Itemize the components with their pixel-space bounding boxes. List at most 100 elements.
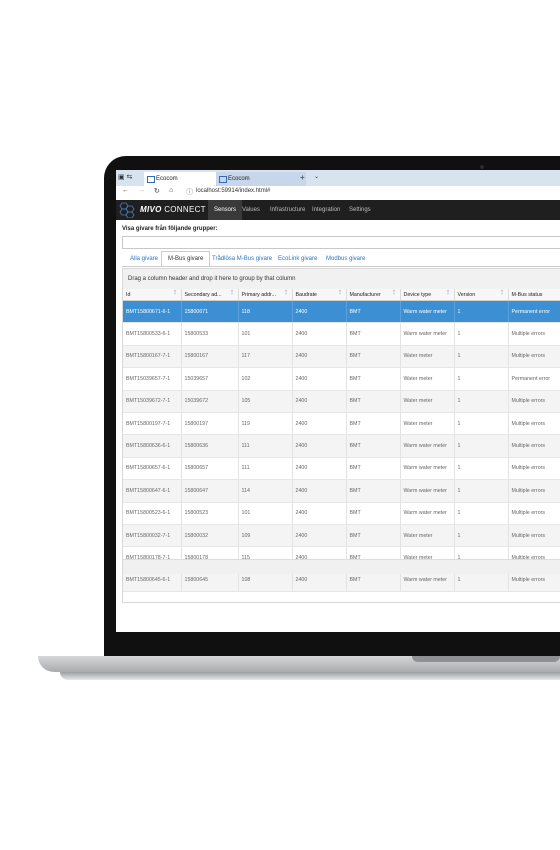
table-cell: 2400 <box>292 300 347 324</box>
table-cell: Multiple errors <box>508 412 560 436</box>
table-cell: 2400 <box>292 367 347 391</box>
column-header-label: Id <box>126 291 131 298</box>
screen: ▣ ⇆ Ecocom ✕ Ecocom + ⌄ ← → ↻ ⌂ ⓘ localh… <box>116 170 560 632</box>
group-filter-input[interactable] <box>122 236 560 249</box>
table-cell: 1 <box>454 322 509 346</box>
window-controls-icon[interactable]: ▣ ⇆ <box>118 173 132 181</box>
table-cell: 1 <box>454 300 509 324</box>
table-row[interactable]: BMT15800197-7-1 15800197 119 2400 BMT Water m… <box>123 412 560 436</box>
table-cell: BMT <box>346 390 401 413</box>
table-cell: 2400 <box>292 434 347 458</box>
table-cell: BMT15800533-6-1 <box>123 322 182 346</box>
address-bar[interactable]: localhost:59914/index.html# <box>196 188 270 194</box>
browser-tab[interactable]: Ecocom <box>216 172 306 186</box>
table-cell: Water meter <box>400 412 455 436</box>
table-cell: Multiple errors <box>508 322 560 346</box>
menu-integration[interactable]: Integration <box>312 200 340 220</box>
column-header[interactable]: Secondary ad... ⋮ <box>181 289 239 301</box>
group-drop-panel[interactable]: Drag a column header and drop it here to… <box>123 269 560 290</box>
table-cell: 15800636 <box>181 434 239 458</box>
column-menu-icon[interactable]: ⋮ <box>391 290 396 296</box>
new-tab-button[interactable]: + <box>300 173 305 182</box>
table-row[interactable]: BMT15039672-7-1 15039672 105 2400 BMT Water m… <box>123 390 560 413</box>
menu-settings[interactable]: Settings <box>349 200 371 220</box>
column-header[interactable]: Primary addr... ⋮ <box>238 289 293 301</box>
column-menu-icon[interactable]: ⋮ <box>283 290 288 296</box>
table-cell: Water meter <box>400 345 455 369</box>
tab-ecolink-givare[interactable]: EcoLink givare <box>272 252 323 266</box>
sensor-table: Id ⋮ Secondary ad... ⋮ Primary addr... ⋮ Baudr… <box>123 289 560 593</box>
table-cell: 117 <box>238 345 293 369</box>
table-cell: 1 <box>454 367 509 391</box>
home-icon[interactable]: ⌂ <box>169 187 173 194</box>
table-row[interactable]: BMT15800523-6-1 15800523 101 2400 BMT Warm wa… <box>123 502 560 525</box>
tab-mbus-givare[interactable]: M-Bus givare <box>161 251 211 267</box>
table-cell: 111 <box>238 457 293 481</box>
grid-footer <box>123 559 560 574</box>
menu-values[interactable]: Values <box>242 200 260 220</box>
table-cell: 15800671 <box>181 300 239 324</box>
table-cell: 1 <box>454 524 509 548</box>
table-cell: BMT15039672-7-1 <box>123 390 182 413</box>
column-header[interactable]: Manufacturer ⋮ <box>346 289 401 301</box>
column-header[interactable]: Id ⋮ <box>123 289 182 301</box>
table-row[interactable]: BMT15800032-7-1 15800032 109 2400 BMT Water m… <box>123 524 560 548</box>
column-header-label: Baudrate <box>295 291 318 298</box>
table-cell: 15800523 <box>181 502 239 525</box>
menu-sensors[interactable]: Sensors <box>208 200 243 220</box>
sensor-grid: Drag a column header and drop it here to… <box>122 268 560 603</box>
refresh-icon[interactable]: ↻ <box>154 187 160 195</box>
table-cell: BMT <box>346 345 401 369</box>
table-cell: Water meter <box>400 367 455 391</box>
table-cell: BMT <box>346 479 401 503</box>
table-cell: Warm water meter <box>400 322 455 346</box>
menu-infrastructure[interactable]: Infrastructure <box>270 200 305 220</box>
table-row[interactable]: BMT15800647-6-1 15800647 114 2400 BMT Warm wa… <box>123 479 560 503</box>
forward-arrow-icon[interactable]: → <box>138 187 145 194</box>
tab-alla-givare[interactable]: Alla givare <box>124 252 164 266</box>
table-cell: 15800197 <box>181 412 239 436</box>
column-menu-icon[interactable]: ⋮ <box>445 290 450 296</box>
tab-tradlosa-mbus-givare[interactable]: Trådlösa M-Bus givare <box>206 252 278 266</box>
table-row[interactable]: BMT15039657-7-1 15039657 102 2400 BMT Water m… <box>123 367 560 391</box>
column-header[interactable]: Baudrate ⋮ <box>292 289 347 301</box>
tab-page-icon <box>147 176 155 183</box>
table-cell: 119 <box>238 412 293 436</box>
table-cell: 1 <box>454 412 509 436</box>
column-header[interactable]: Device type ⋮ <box>400 289 455 301</box>
tab-page-icon <box>219 176 227 183</box>
table-cell: BMT <box>346 412 401 436</box>
webcam <box>480 165 484 169</box>
column-menu-icon[interactable]: ⋮ <box>499 290 504 296</box>
tab-divider <box>122 266 560 267</box>
chevron-down-icon[interactable]: ⌄ <box>314 173 319 180</box>
table-cell: BMT15800657-6-1 <box>123 457 182 481</box>
table-cell: BMT15800032-7-1 <box>123 524 182 548</box>
mivo-logo-icon <box>119 202 135 218</box>
table-cell: BMT <box>346 457 401 481</box>
table-row[interactable]: BMT15800636-6-1 15800636 111 2400 BMT Warm wa… <box>123 434 560 458</box>
table-cell: 15800167 <box>181 345 239 369</box>
tab-label: Ecocom <box>156 176 178 182</box>
back-arrow-icon[interactable]: ← <box>122 187 129 194</box>
table-cell: Water meter <box>400 390 455 413</box>
table-cell: BMT15800523-6-1 <box>123 502 182 525</box>
table-cell: Warm water meter <box>400 434 455 458</box>
table-cell: Permanent error <box>508 300 560 324</box>
table-cell: Multiple errors <box>508 479 560 503</box>
tab-modbus-givare[interactable]: Modbus givare <box>320 252 371 266</box>
table-row[interactable]: BMT15800533-6-1 15800533 101 2400 BMT Warm wa… <box>123 322 560 346</box>
column-menu-icon[interactable]: ⋮ <box>172 290 177 296</box>
column-header[interactable]: Version ⋮ <box>454 289 509 301</box>
column-header[interactable]: M-Bus status⋮ <box>508 289 560 301</box>
table-row[interactable]: BMT15800657-6-1 15800657 111 2400 BMT Warm wa… <box>123 457 560 481</box>
column-menu-icon[interactable]: ⋮ <box>337 290 342 296</box>
table-row[interactable]: BMT15800167-7-1 15800167 117 2400 BMT Water m… <box>123 345 560 369</box>
table-row[interactable]: BMT15800671-6-1 15800671 118 2400 BMT Warm wa… <box>123 300 560 324</box>
column-menu-icon[interactable]: ⋮ <box>229 290 234 296</box>
table-cell: 15800533 <box>181 322 239 346</box>
table-cell: Permanent error <box>508 367 560 391</box>
browser-tab-active[interactable]: Ecocom ✕ <box>144 172 226 186</box>
table-cell: Warm water meter <box>400 457 455 481</box>
table-cell: 1 <box>454 457 509 481</box>
